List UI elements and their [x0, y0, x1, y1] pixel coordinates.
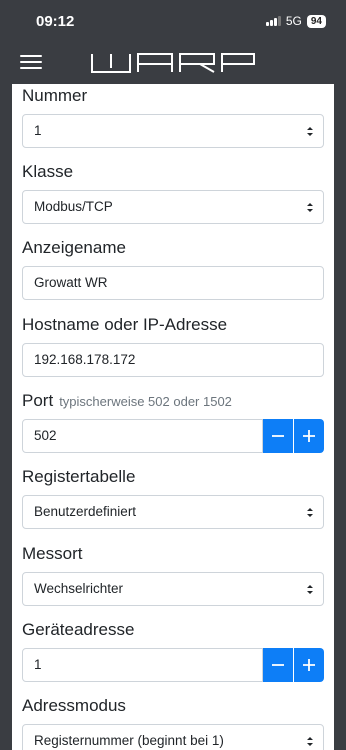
field-nummer: Nummer 1: [22, 84, 324, 148]
nummer-select[interactable]: 1: [22, 114, 324, 148]
field-label: Port typischerweise 502 oder 1502: [22, 389, 324, 413]
field-registertabelle: Registertabelle Benutzerdefiniert: [22, 465, 324, 529]
minus-icon: [272, 435, 284, 437]
select-arrows-icon: [307, 508, 313, 517]
field-messort: Messort Wechselrichter: [22, 542, 324, 606]
field-anzeigename: Anzeigename Growatt WR: [22, 236, 324, 300]
field-label: Messort: [22, 544, 83, 563]
status-indicators: 5G 94: [266, 14, 326, 28]
select-arrows-icon: [307, 585, 313, 594]
plus-icon: [303, 430, 315, 442]
select-value: 1: [34, 123, 42, 138]
select-arrows-icon: [307, 127, 313, 136]
field-label: Klasse: [22, 162, 74, 181]
select-value: Registernummer (beginnt bei 1): [34, 733, 224, 748]
geraeteadresse-input[interactable]: 1: [22, 648, 263, 682]
minus-icon: [272, 664, 284, 666]
warp-logo: [91, 53, 255, 73]
navbar: [0, 42, 346, 84]
port-input[interactable]: 502: [22, 419, 263, 453]
field-label: Adressmodus: [22, 696, 126, 715]
select-value: Benutzerdefiniert: [34, 504, 137, 519]
status-time: 09:12: [36, 13, 75, 30]
field-label: Hostname oder IP-Adresse: [22, 315, 228, 334]
select-value: Modbus/TCP: [34, 199, 113, 214]
port-increment-button[interactable]: [294, 419, 324, 453]
port-stepper: 502: [22, 419, 324, 453]
field-port: Port typischerweise 502 oder 1502 502: [22, 389, 324, 453]
port-decrement-button[interactable]: [263, 419, 293, 453]
adressmodus-select[interactable]: Registernummer (beginnt bei 1): [22, 724, 324, 750]
port-label: Port: [22, 391, 54, 410]
field-label: Nummer: [22, 86, 88, 105]
port-hint: typischerweise 502 oder 1502: [59, 394, 232, 409]
input-value: 1: [34, 657, 42, 672]
field-klasse: Klasse Modbus/TCP: [22, 160, 324, 224]
geraeteadresse-increment-button[interactable]: [294, 648, 324, 682]
field-label: Registertabelle: [22, 467, 136, 486]
input-value: 502: [34, 428, 57, 443]
field-label: Anzeigename: [22, 238, 126, 257]
geraeteadresse-stepper: 1: [22, 648, 324, 682]
plus-icon: [303, 659, 315, 671]
hostname-input[interactable]: 192.168.178.172: [22, 343, 324, 377]
geraeteadresse-decrement-button[interactable]: [263, 648, 293, 682]
settings-form: Nummer 1 Klasse Modbus/TCP Anzeigename G…: [12, 84, 334, 750]
messort-select[interactable]: Wechselrichter: [22, 572, 324, 606]
status-bar: 09:12 5G 94: [0, 0, 346, 42]
registertabelle-select[interactable]: Benutzerdefiniert: [22, 495, 324, 529]
anzeigename-input[interactable]: Growatt WR: [22, 266, 324, 300]
signal-icon: [266, 16, 281, 26]
klasse-select[interactable]: Modbus/TCP: [22, 190, 324, 224]
field-hostname: Hostname oder IP-Adresse 192.168.178.172: [22, 313, 324, 377]
field-label: Geräteadresse: [22, 620, 135, 639]
select-arrows-icon: [307, 203, 313, 212]
network-type: 5G: [285, 14, 302, 28]
input-value: Growatt WR: [34, 275, 108, 290]
field-adressmodus: Adressmodus Registernummer (beginnt bei …: [22, 694, 324, 750]
hamburger-menu-icon[interactable]: [20, 54, 42, 70]
battery-icon: 94: [306, 14, 326, 28]
select-arrows-icon: [307, 737, 313, 746]
input-value: 192.168.178.172: [34, 352, 136, 367]
select-value: Wechselrichter: [34, 581, 124, 596]
field-geraeteadresse: Geräteadresse 1: [22, 618, 324, 682]
